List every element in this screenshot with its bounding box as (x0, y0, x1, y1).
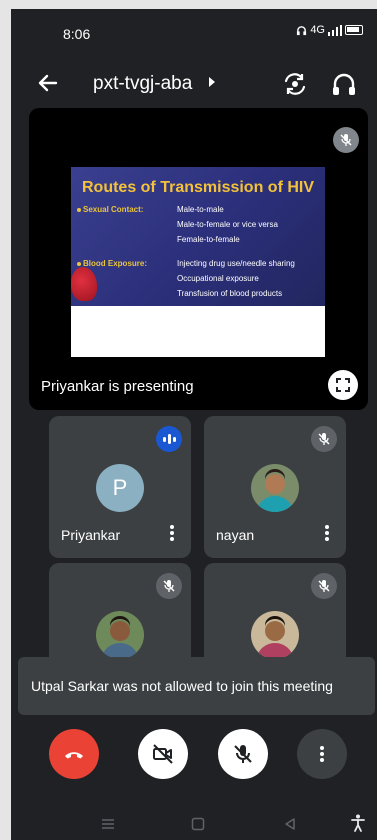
slide-bullet (77, 262, 81, 266)
meeting-code[interactable]: pxt-tvgj-aba (93, 73, 192, 95)
participant-tile[interactable]: nayan (204, 416, 346, 558)
battery-icon (345, 25, 363, 35)
status-icons: 4G (296, 24, 363, 36)
end-call-button[interactable] (49, 729, 99, 779)
red-ribbon-image (71, 267, 97, 301)
mic-off-icon (234, 745, 252, 763)
caret-right-icon[interactable] (209, 77, 215, 87)
participant-tile[interactable]: P Priyankar (49, 416, 191, 558)
app-screen: 8:06 4G pxt-tvgj-aba Routes of Transmiss… (11, 9, 377, 840)
status-time: 8:06 (63, 26, 91, 42)
avatar (251, 464, 299, 512)
headset-status-icon (297, 25, 307, 35)
slide-item: Male-to-female or vice versa (177, 220, 278, 229)
fullscreen-button[interactable] (328, 370, 358, 400)
slide-item: Male-to-male (177, 205, 224, 214)
network-label: 4G (310, 24, 325, 36)
slide-bullet (77, 208, 81, 212)
mic-off-icon (311, 573, 337, 599)
headphones-icon[interactable] (331, 70, 357, 98)
more-vert-icon (320, 746, 324, 762)
slide-title: Routes of Transmission of HIV (81, 179, 315, 196)
avatar (96, 611, 144, 659)
back-nav-icon[interactable] (283, 817, 297, 831)
more-options-icon[interactable] (324, 525, 330, 543)
home-icon[interactable] (191, 817, 205, 831)
fullscreen-icon (336, 378, 350, 392)
camera-off-icon (153, 744, 173, 764)
slide-section-label: Sexual Contact: (83, 205, 144, 214)
slide-item: Occupational exposure (177, 274, 259, 283)
slide-item: Transfusion of blood products (177, 289, 283, 298)
slide-item: Female-to-female (177, 235, 240, 244)
signal-icon (328, 24, 342, 36)
more-options-icon[interactable] (169, 525, 175, 543)
camera-toggle-button[interactable] (138, 729, 188, 779)
accessibility-icon[interactable] (351, 814, 365, 832)
recents-icon[interactable] (100, 817, 116, 831)
presentation-slide: Routes of Transmission of HIV Sexual Con… (71, 167, 325, 357)
phone-hangup-icon (65, 752, 83, 759)
participant-name: Priyankar (61, 527, 121, 543)
notification-toast: Utpal Sarkar was not allowed to join thi… (18, 657, 375, 715)
presentation-tile[interactable]: Routes of Transmission of HIV Sexual Con… (29, 108, 368, 410)
system-navigation-bar (11, 807, 377, 840)
participant-name: nayan (216, 527, 255, 543)
avatar (251, 611, 299, 659)
speaking-indicator-icon (156, 426, 182, 452)
switch-camera-icon[interactable] (281, 70, 309, 98)
slide-section-label: Blood Exposure: (83, 259, 148, 268)
avatar: P (96, 464, 144, 512)
more-options-button[interactable] (297, 729, 347, 779)
microphone-toggle-button[interactable] (218, 729, 268, 779)
back-arrow-icon[interactable] (34, 69, 62, 97)
mic-off-icon (333, 127, 359, 153)
presenting-label: Priyankar is presenting (41, 378, 194, 395)
slide-item: Injecting drug use/needle sharing (177, 259, 295, 268)
mic-off-icon (311, 426, 337, 452)
mic-off-icon (156, 573, 182, 599)
